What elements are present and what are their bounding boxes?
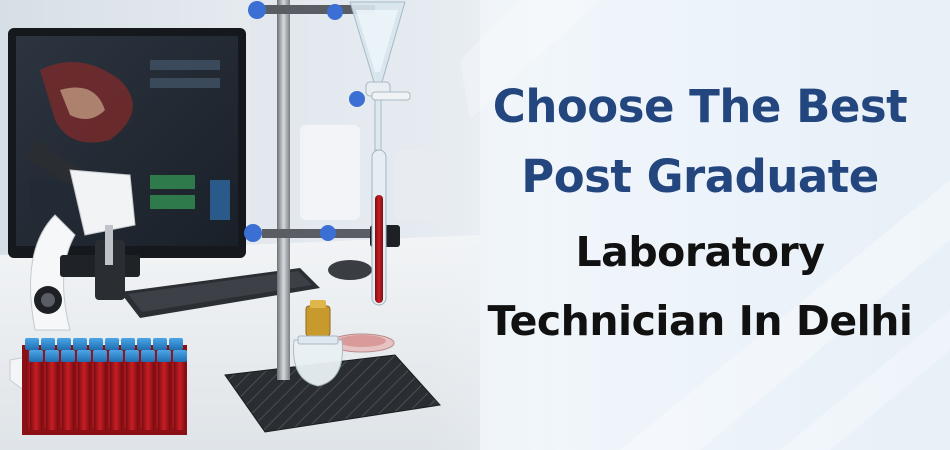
test-tube — [158, 360, 170, 430]
test-tube-cap — [25, 338, 39, 350]
test-tube-cap — [105, 338, 119, 350]
test-tube — [30, 360, 42, 430]
test-tube-cap — [93, 350, 107, 362]
test-tube-cap — [169, 338, 183, 350]
test-tube — [78, 360, 90, 430]
mouse — [328, 260, 372, 280]
test-tube-cap — [57, 338, 71, 350]
test-tube-cap — [157, 350, 171, 362]
test-tube-cap — [61, 350, 75, 362]
test-tube — [94, 360, 106, 430]
test-tube-cap — [137, 338, 151, 350]
test-tube-cap — [121, 338, 135, 350]
test-tube-cap — [41, 338, 55, 350]
test-tube — [126, 360, 138, 430]
test-tube — [174, 360, 186, 430]
test-tube-cap — [141, 350, 155, 362]
lab-scene — [0, 0, 950, 450]
test-tube-cap — [29, 350, 43, 362]
test-tube-cap — [173, 350, 187, 362]
test-tube-cap — [45, 350, 59, 362]
test-tube-cap — [109, 350, 123, 362]
test-tube-cap — [89, 338, 103, 350]
test-tube-cap — [153, 338, 167, 350]
test-tube-cap — [77, 350, 91, 362]
test-tube — [62, 360, 74, 430]
test-tube — [46, 360, 58, 430]
test-tube-rack — [22, 338, 187, 435]
test-tube-cap — [125, 350, 139, 362]
banner: Choose The Best Post Graduate Laboratory… — [0, 0, 950, 450]
burette-with-red-liquid — [371, 149, 387, 306]
test-tube — [142, 360, 154, 430]
test-tube — [110, 360, 122, 430]
test-tube-cap — [73, 338, 87, 350]
